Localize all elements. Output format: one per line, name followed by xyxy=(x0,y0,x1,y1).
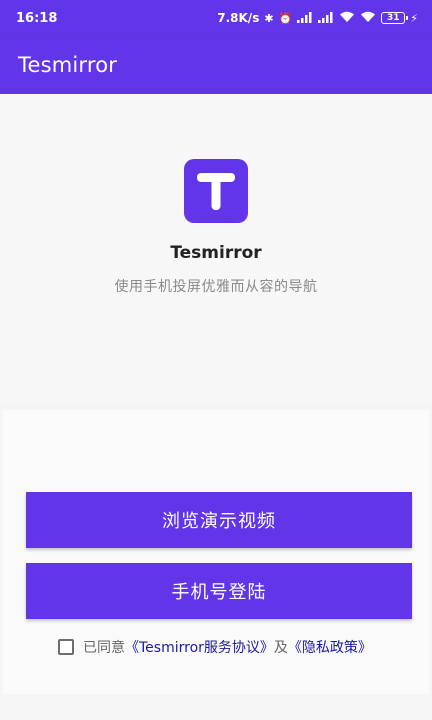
app-logo xyxy=(184,159,248,223)
watch-demo-button[interactable]: 浏览演示视频 xyxy=(26,492,412,548)
agreement-and: 及 xyxy=(273,640,288,656)
app-bar: Tesmirror xyxy=(0,36,432,94)
bluetooth-icon: ✱ xyxy=(264,11,274,25)
battery-icon: 31 xyxy=(381,12,409,24)
app-name: Tesmirror xyxy=(170,243,262,263)
agreement-checkbox[interactable] xyxy=(58,639,74,655)
agreement-row: 已同意 《Tesmirror服务协议》 及 《隐私政策》 xyxy=(58,636,372,658)
alarm-icon: ⏰ xyxy=(278,11,293,25)
status-bar: 16:18 7.8K/s ✱ ⏰ 31 ⚡ xyxy=(0,0,432,36)
net-speed: 7.8K/s xyxy=(217,11,260,25)
logo-t-icon xyxy=(197,173,235,210)
phone-login-button[interactable]: 手机号登陆 xyxy=(26,563,412,619)
wifi-icon xyxy=(360,11,376,25)
privacy-link[interactable]: 《隐私政策》 xyxy=(288,637,372,657)
status-icons: 7.8K/s ✱ ⏰ 31 ⚡ xyxy=(217,11,418,25)
signal-icon xyxy=(318,11,334,25)
terms-link[interactable]: 《Tesmirror服务协议》 xyxy=(125,637,274,657)
app-bar-title: Tesmirror xyxy=(18,53,118,77)
app-tagline: 使用手机投屏优雅而从容的导航 xyxy=(114,279,318,295)
agreement-prefix: 已同意 xyxy=(83,640,125,656)
signal-icon xyxy=(297,11,313,25)
charging-icon: ⚡ xyxy=(410,11,418,25)
wifi-icon xyxy=(339,11,355,25)
battery-level: 31 xyxy=(387,13,400,23)
status-time: 16:18 xyxy=(16,10,58,26)
